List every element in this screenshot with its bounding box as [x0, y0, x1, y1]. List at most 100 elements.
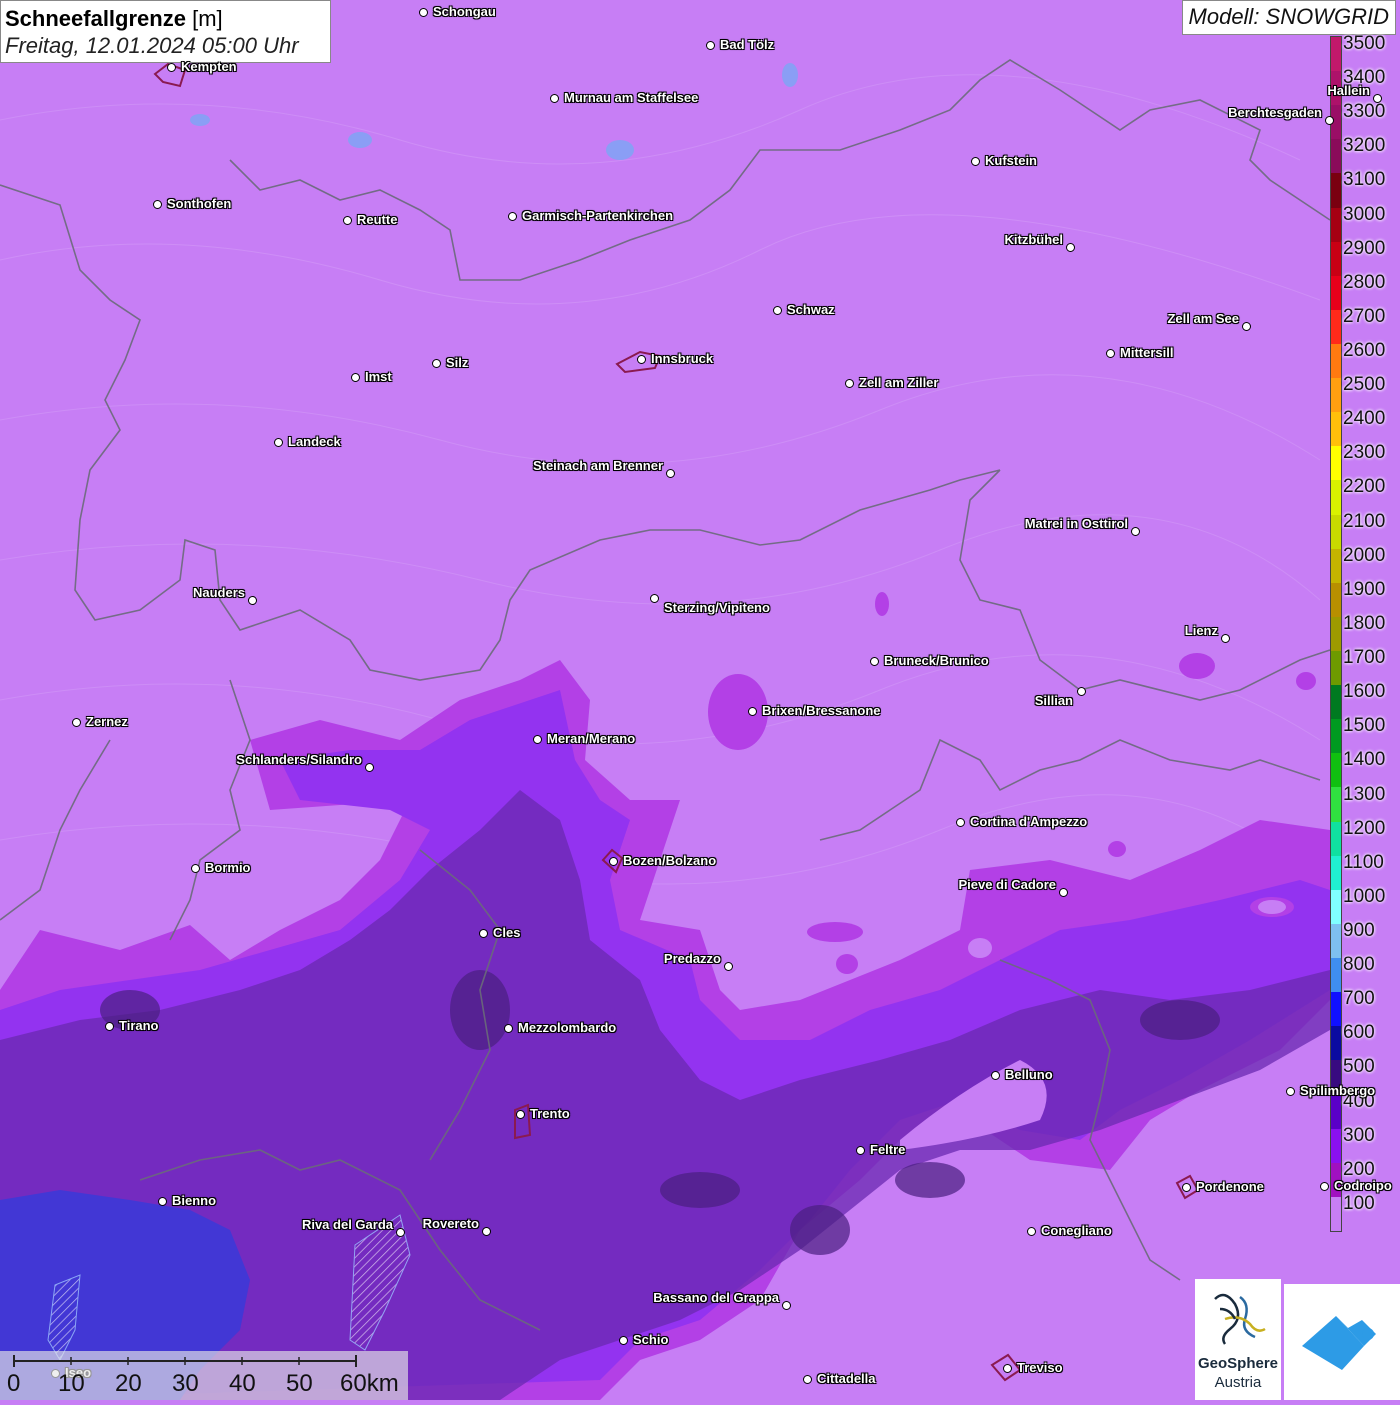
city-marker-icon — [396, 1228, 405, 1237]
city-label: Conegliano — [1041, 1223, 1112, 1238]
city-marker-icon — [1320, 1182, 1329, 1191]
city-marker-icon — [479, 929, 488, 938]
legend-swatch — [1331, 923, 1341, 958]
city-label: Schongau — [433, 4, 496, 19]
city-label: Hallein — [1327, 83, 1370, 98]
city-marker-icon — [351, 373, 360, 382]
city-label: Riva del Garda — [301, 1217, 393, 1232]
city-label: Imst — [365, 369, 392, 384]
scale-tick: 0 — [7, 1370, 21, 1397]
legend-label: 1400 — [1343, 749, 1386, 771]
city-marker-icon — [72, 718, 81, 727]
legend-swatch — [1331, 241, 1341, 276]
legend-label: 3300 — [1343, 101, 1386, 123]
legend-label: 1700 — [1343, 647, 1386, 669]
city-marker-icon — [504, 1024, 513, 1033]
legend-label: 2000 — [1343, 544, 1386, 566]
legend-swatch — [1331, 616, 1341, 651]
legend-label: 100 — [1343, 1192, 1375, 1214]
legend-swatch — [1331, 378, 1341, 413]
city-label: Matrei in Osttirol — [1024, 516, 1128, 531]
city-label: Cortina d'Ampezzo — [970, 814, 1088, 829]
legend-swatch — [1331, 685, 1341, 720]
legend-label: 1900 — [1343, 578, 1386, 600]
city-label: Rovereto — [422, 1216, 479, 1231]
legend-swatch — [1331, 650, 1341, 686]
city-label: Berchtesgaden — [1228, 105, 1322, 120]
city-label: Kempten — [181, 59, 237, 74]
city-marker-icon — [419, 8, 428, 17]
legend-label: 3000 — [1343, 203, 1386, 225]
legend-label: 900 — [1343, 919, 1375, 941]
city-marker-icon — [1286, 1087, 1295, 1096]
city-label: Nauders — [192, 585, 245, 600]
legend-label: 2900 — [1343, 237, 1386, 259]
city-label: Reutte — [357, 212, 398, 227]
geosphere-logo-text: GeoSphere — [1197, 1355, 1279, 1372]
legend-swatch — [1331, 480, 1341, 515]
legend-swatch — [1331, 719, 1341, 754]
city-label: Brixen/Bressanone — [762, 703, 881, 718]
city-marker-icon — [1373, 94, 1382, 103]
city-marker-icon — [1182, 1183, 1191, 1192]
city-marker-icon — [782, 1301, 791, 1310]
legend-swatch — [1331, 821, 1341, 856]
map-title-box: Schneefallgrenze [m] Freitag, 12.01.2024… — [0, 0, 331, 63]
map-title: Schneefallgrenze [m] — [5, 6, 223, 31]
city-label: Pieve di Cadore — [958, 877, 1056, 892]
legend-label: 1200 — [1343, 817, 1386, 839]
city-label: Bormio — [205, 860, 251, 875]
city-label: Sillian — [1034, 693, 1073, 708]
city-marker-icon — [1077, 687, 1086, 696]
city-marker-icon — [773, 306, 782, 315]
city-label: Bozen/Bolzano — [623, 853, 717, 868]
city-marker-icon — [956, 818, 965, 827]
city-marker-icon — [167, 63, 176, 72]
city-label: Cles — [493, 925, 521, 940]
geosphere-emblem-icon — [1214, 1293, 1266, 1345]
city-label: Bruneck/Brunico — [884, 653, 989, 668]
city-label: Bad Tölz — [720, 37, 775, 52]
legend-swatch — [1331, 412, 1341, 447]
model-label: Modell: SNOWGRID — [1181, 0, 1396, 35]
legend-label: 2100 — [1343, 510, 1386, 532]
legend-label: 2400 — [1343, 408, 1386, 430]
geosphere-logo[interactable]: GeoSphere Austria — [1195, 1279, 1281, 1400]
city-marker-icon — [870, 657, 879, 666]
legend-swatch — [1331, 309, 1341, 344]
geosphere-logo-subtext: Austria — [1214, 1374, 1262, 1391]
legend-swatch — [1331, 889, 1341, 924]
city-label: Predazzo — [663, 951, 721, 966]
city-label: Trento — [530, 1106, 570, 1121]
city-label: Mittersill — [1120, 345, 1174, 360]
legend-label: 2700 — [1343, 305, 1386, 327]
legend-swatch — [1331, 582, 1341, 617]
legend-swatch — [1331, 787, 1341, 822]
legend-swatch — [1331, 173, 1341, 208]
city-marker-icon — [666, 469, 675, 478]
legend-label: 2600 — [1343, 340, 1386, 362]
city-marker-icon — [248, 596, 257, 605]
scale-tick: 50 — [286, 1370, 313, 1397]
legend-swatch — [1331, 446, 1341, 481]
scale-tick: 40 — [229, 1370, 256, 1397]
legend-swatch — [1331, 343, 1341, 379]
city-label: Steinach am Brenner — [532, 458, 663, 473]
city-marker-icon — [1221, 634, 1230, 643]
city-label: Treviso — [1017, 1360, 1063, 1375]
legend-swatch — [1331, 1128, 1341, 1163]
city-marker-icon — [1066, 243, 1075, 252]
legend-label: 2800 — [1343, 271, 1386, 293]
snowgrid-logo[interactable] — [1284, 1284, 1400, 1400]
city-marker-icon — [550, 94, 559, 103]
city-marker-icon — [105, 1022, 114, 1031]
city-marker-icon — [845, 379, 854, 388]
legend-swatch — [1331, 957, 1341, 993]
legend-swatch — [1331, 753, 1341, 788]
legend-label: 1600 — [1343, 681, 1386, 703]
legend-swatch — [1331, 855, 1341, 890]
legend-label: 3500 — [1343, 33, 1386, 54]
legend-swatch — [1331, 207, 1341, 242]
legend-swatch — [1331, 1196, 1341, 1231]
scale-tick: 30 — [172, 1370, 199, 1397]
